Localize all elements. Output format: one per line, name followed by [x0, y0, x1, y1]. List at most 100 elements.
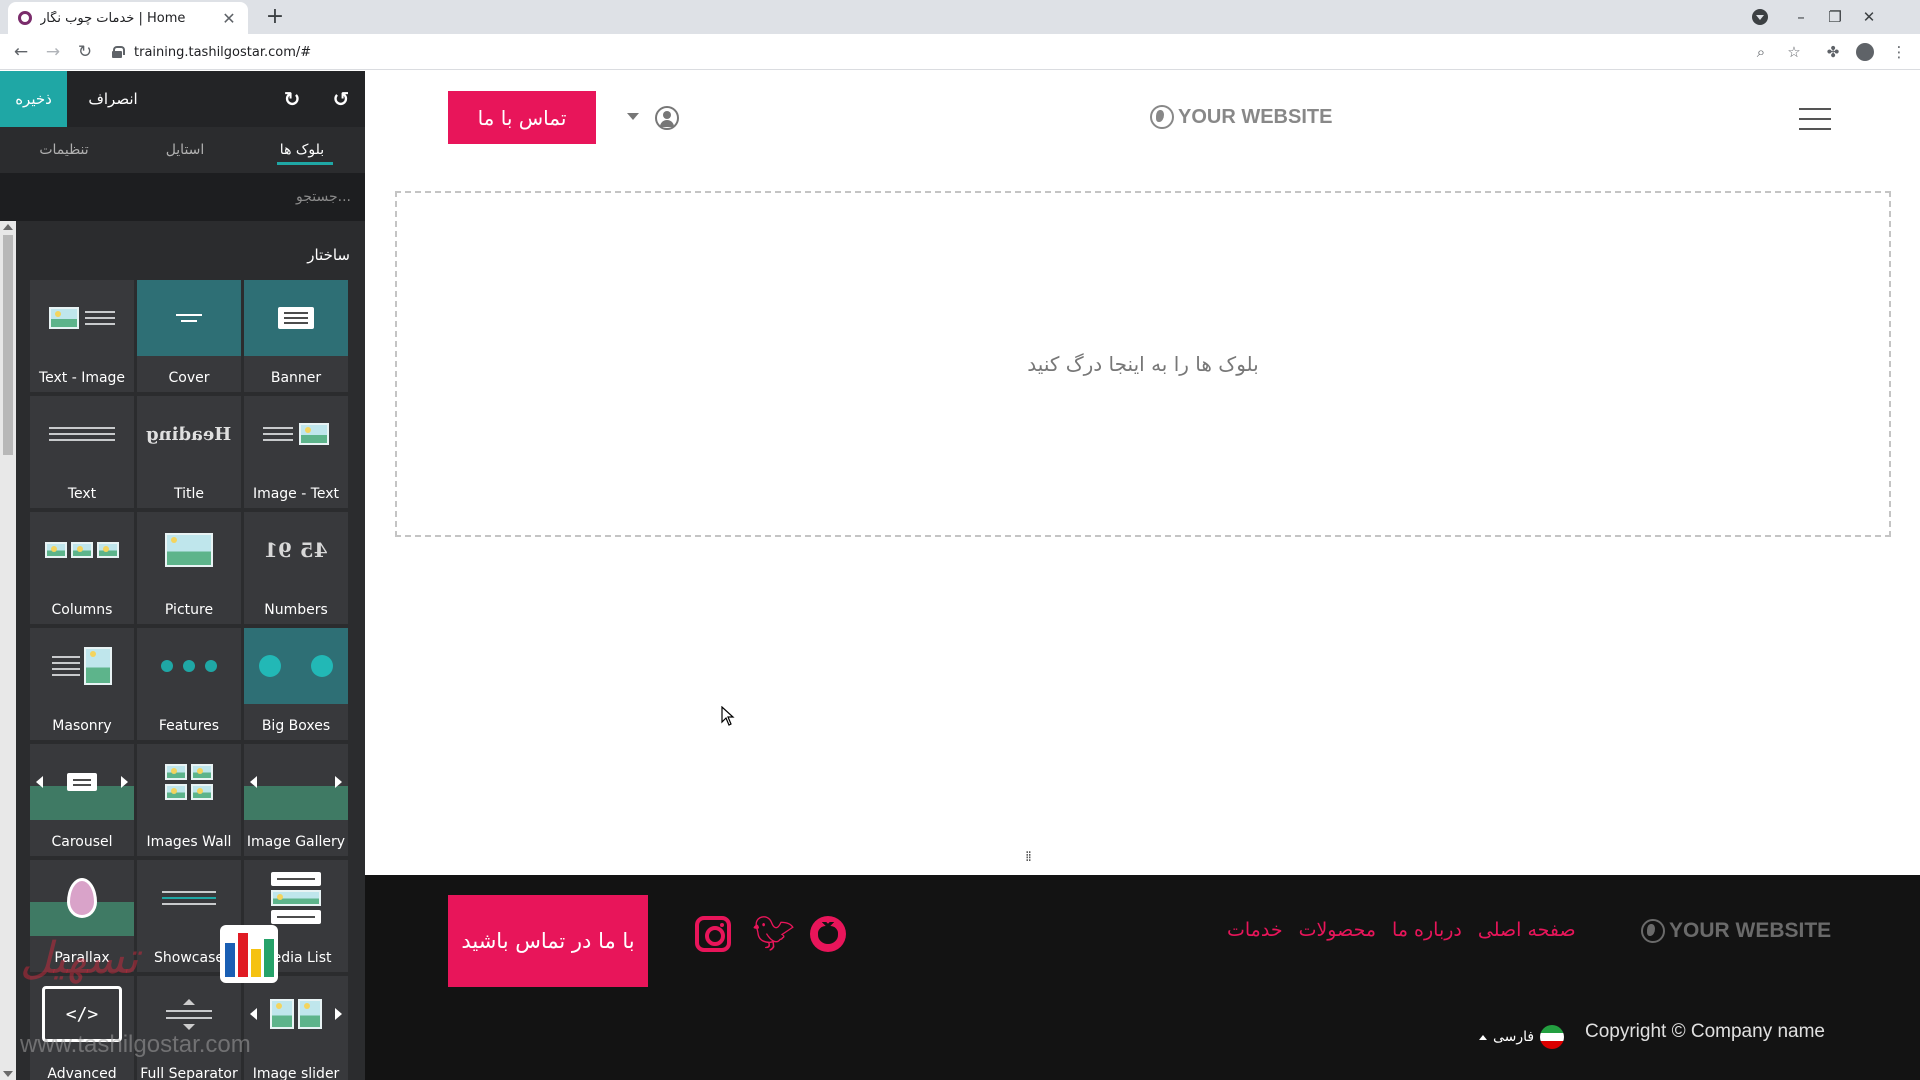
- tab-close-icon[interactable]: ✕: [220, 9, 238, 28]
- tab-style[interactable]: استایل: [135, 127, 235, 173]
- scroll-up-icon[interactable]: [3, 224, 13, 230]
- forward-icon[interactable]: →: [41, 40, 65, 64]
- block-parallax[interactable]: Parallax: [30, 860, 134, 972]
- scroll-down-icon[interactable]: [3, 1071, 13, 1077]
- scrollbar-thumb[interactable]: [3, 235, 13, 455]
- window-close-button[interactable]: ✕: [1852, 8, 1886, 26]
- back-icon[interactable]: ←: [9, 40, 33, 64]
- tab-strip: خدمات چوب نگار | Home ✕ + – ❐ ✕: [0, 0, 1920, 34]
- site-preview: تماس با ما YOUR WEBSITE بلوک ها را به ای…: [365, 71, 1920, 1080]
- footer-link-home[interactable]: صفحه اصلی: [1478, 919, 1576, 941]
- hamburger-menu-icon[interactable]: [1799, 108, 1831, 130]
- extensions-icon[interactable]: ✤: [1821, 40, 1845, 64]
- block-label: Title: [173, 486, 204, 502]
- block-label: Numbers: [264, 602, 328, 618]
- site-favicon-icon: [18, 11, 32, 25]
- redo-icon[interactable]: ↻: [280, 87, 304, 111]
- masonry-icon: [30, 628, 134, 704]
- block-numbers[interactable]: 45 91 Numbers: [244, 512, 348, 624]
- section-heading: ساختار: [307, 246, 350, 264]
- block-label: Image slider: [252, 1066, 340, 1080]
- text-image-icon: [30, 280, 134, 356]
- address-bar[interactable]: training.tashilgostar.com/#: [112, 39, 311, 65]
- block-label: Text: [67, 486, 97, 502]
- cover-icon: [137, 280, 241, 356]
- footer-logo-text: YOUR WEBSITE: [1669, 919, 1832, 942]
- drag-handle-icon[interactable]: ⁞⁞: [1025, 849, 1032, 865]
- block-text-image[interactable]: Text - Image: [30, 280, 134, 392]
- block-picture[interactable]: Picture: [137, 512, 241, 624]
- browser-toolbar: ← → ↻ training.tashilgostar.com/# ⌕ ☆ ✤ …: [0, 34, 1920, 70]
- minimize-button[interactable]: –: [1784, 8, 1818, 26]
- carousel-icon: [30, 744, 134, 820]
- caret-up-icon: [1479, 1034, 1487, 1040]
- site-logo[interactable]: YOUR WEBSITE: [1150, 105, 1332, 129]
- reload-icon[interactable]: ↻: [73, 40, 97, 64]
- instagram-icon[interactable]: [695, 916, 731, 952]
- block-cover[interactable]: Cover: [137, 280, 241, 392]
- site-logo-text: YOUR WEBSITE: [1178, 105, 1333, 128]
- editor-tabs: تنظیمات استایل بلوک ها: [0, 127, 365, 173]
- block-search-input[interactable]: جستجو...: [0, 173, 365, 221]
- bookmark-star-icon[interactable]: ☆: [1782, 40, 1806, 64]
- tab-title: خدمات چوب نگار | Home: [40, 10, 186, 26]
- block-title[interactable]: Heading Title: [137, 396, 241, 508]
- twitter-icon[interactable]: 🐦︎: [752, 916, 795, 952]
- cancel-button[interactable]: انصراف: [68, 71, 158, 127]
- footer-link-products[interactable]: محصولات: [1299, 919, 1376, 941]
- numbers-icon: 45 91: [264, 538, 328, 562]
- block-label: Media List: [260, 950, 332, 966]
- image-text-icon: [244, 396, 348, 472]
- block-columns[interactable]: Columns: [30, 512, 134, 624]
- footer-link-services[interactable]: خدمات: [1227, 919, 1283, 941]
- block-label: Big Boxes: [261, 718, 331, 734]
- block-label: Masonry: [52, 718, 112, 734]
- block-images-wall[interactable]: Images Wall: [137, 744, 241, 856]
- editor-panel: ذخیره انصراف ↻ ↺ تنظیمات استایل بلوک ها …: [0, 71, 365, 1080]
- footer-logo[interactable]: YOUR WEBSITE: [1641, 919, 1831, 943]
- footer-contact-button[interactable]: با ما در تماس باشید: [448, 895, 648, 987]
- block-advanced[interactable]: </> Advanced: [30, 976, 134, 1080]
- block-label: Text - Image: [38, 370, 126, 386]
- browser-menu-icon[interactable]: ⋮: [1887, 40, 1911, 64]
- block-label: Features: [158, 718, 220, 734]
- block-features[interactable]: Features: [137, 628, 241, 740]
- tab-blocks[interactable]: بلوک ها: [252, 127, 352, 173]
- browser-tab[interactable]: خدمات چوب نگار | Home ✕: [8, 2, 248, 34]
- restore-button[interactable]: ❐: [1818, 8, 1852, 26]
- panel-scrollbar[interactable]: [0, 221, 16, 1080]
- block-full-separator[interactable]: Full Separator: [137, 976, 241, 1080]
- block-image-slider[interactable]: Image slider: [244, 976, 348, 1080]
- block-label: Cover: [168, 370, 210, 386]
- new-tab-button[interactable]: +: [262, 4, 288, 29]
- window-controls: – ❐ ✕: [1784, 0, 1886, 34]
- github-icon[interactable]: [810, 916, 846, 952]
- block-big-boxes[interactable]: Big Boxes: [244, 628, 348, 740]
- dropdown-caret-icon[interactable]: [627, 113, 639, 120]
- block-masonry[interactable]: Masonry: [30, 628, 134, 740]
- media-control-icon[interactable]: [1752, 9, 1768, 25]
- contact-us-button[interactable]: تماس با ما: [448, 91, 596, 144]
- block-dropzone[interactable]: بلوک ها را به اینجا درگ کنید: [395, 191, 1891, 537]
- footer-link-about[interactable]: درباره ما: [1392, 919, 1462, 941]
- block-image-text[interactable]: Image - Text: [244, 396, 348, 508]
- block-media-list[interactable]: Media List: [244, 860, 348, 972]
- dropzone-hint: بلوک ها را به اینجا درگ کنید: [1027, 352, 1259, 376]
- block-banner[interactable]: Banner: [244, 280, 348, 392]
- block-text[interactable]: Text: [30, 396, 134, 508]
- block-image-gallery[interactable]: Image Gallery: [244, 744, 348, 856]
- zoom-icon[interactable]: ⌕: [1749, 40, 1773, 64]
- block-label: Advanced: [47, 1066, 117, 1080]
- block-showcase[interactable]: Showcase: [137, 860, 241, 972]
- separator-icon: [137, 976, 241, 1052]
- block-carousel[interactable]: Carousel: [30, 744, 134, 856]
- showcase-icon: [137, 860, 241, 936]
- save-button[interactable]: ذخیره: [0, 71, 67, 127]
- language-selector[interactable]: فارسی: [1479, 1025, 1565, 1049]
- undo-icon[interactable]: ↺: [329, 87, 353, 111]
- profile-avatar-icon[interactable]: [1853, 40, 1877, 64]
- features-icon: [137, 628, 241, 704]
- tab-settings[interactable]: تنظیمات: [14, 127, 114, 173]
- user-account-icon[interactable]: [655, 106, 679, 130]
- block-label: Showcase: [154, 950, 224, 966]
